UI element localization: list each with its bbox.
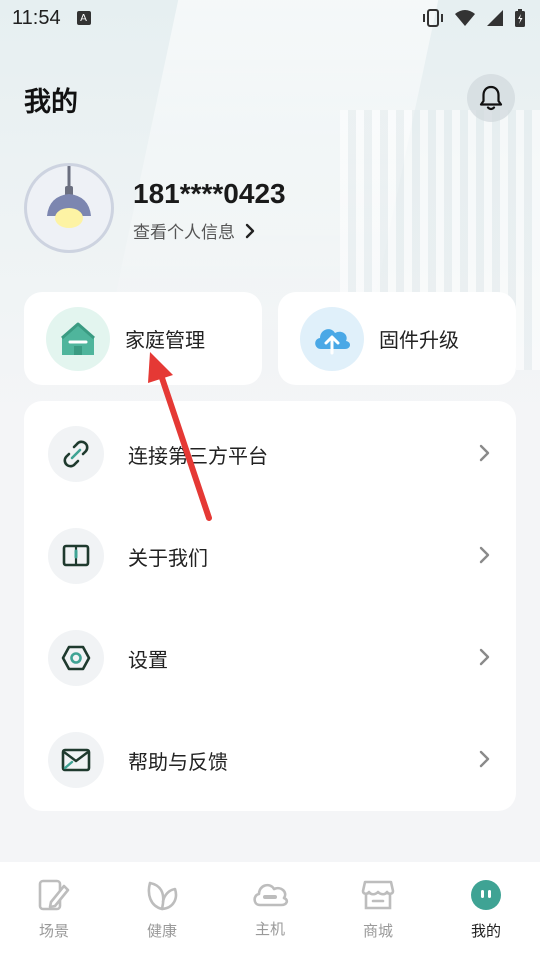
wifi-icon	[455, 10, 475, 26]
signal-icon	[487, 10, 503, 26]
menu-item-third-party[interactable]: 连接第三方平台	[24, 403, 516, 505]
chevron-right-icon	[479, 546, 490, 564]
menu-item-label: 关于我们	[128, 545, 208, 570]
home-icon	[61, 322, 95, 355]
bell-icon	[479, 85, 503, 111]
tab-host[interactable]: 主机	[216, 862, 324, 960]
menu-item-label: 设置	[128, 647, 168, 672]
menu-item-settings[interactable]: 设置	[24, 607, 516, 709]
chevron-right-icon	[479, 444, 490, 462]
scene-icon	[38, 879, 70, 911]
menu-item-label: 连接第三方平台	[128, 443, 268, 468]
tab-label: 健康	[146, 922, 177, 940]
notification-a-icon: A	[76, 11, 91, 25]
lamp-icon	[47, 166, 91, 228]
tab-label: 主机	[254, 920, 285, 938]
family-management-card[interactable]: 家庭管理	[24, 292, 262, 385]
profile-face-icon	[471, 880, 501, 910]
leaf-icon	[147, 881, 178, 911]
chevron-right-icon	[245, 223, 255, 238]
status-icons	[422, 8, 526, 28]
cloud-upload-icon	[315, 328, 351, 354]
chevron-right-icon	[479, 750, 490, 768]
page-title: 我的	[24, 87, 78, 118]
tab-label: 我的	[470, 922, 501, 940]
link-icon	[63, 440, 89, 468]
firmware-upgrade-card[interactable]: 固件升级	[278, 292, 516, 385]
settings-menu-card: 连接第三方平台 关于我们 设置 帮助与反馈	[24, 401, 516, 811]
bottom-tab-bar: 场景 健康 主机 商城 我的	[0, 862, 540, 960]
book-icon-wrap	[48, 528, 104, 584]
tab-scene[interactable]: 场景	[0, 862, 108, 960]
tab-label: 场景	[38, 922, 69, 940]
view-profile-link[interactable]: 查看个人信息	[133, 218, 259, 243]
avatar[interactable]	[24, 163, 114, 253]
book-icon	[62, 544, 90, 567]
view-profile-label: 查看个人信息	[133, 223, 235, 243]
notifications-button[interactable]	[467, 74, 515, 122]
menu-item-help-feedback[interactable]: 帮助与反馈	[24, 709, 516, 811]
tab-label: 商城	[362, 922, 393, 940]
tab-profile[interactable]: 我的	[432, 862, 540, 960]
vibrate-icon	[423, 9, 443, 27]
status-bar: 11:54 A	[0, 0, 540, 36]
menu-item-about-us[interactable]: 关于我们	[24, 505, 516, 607]
link-icon-wrap	[48, 426, 104, 482]
battery-icon	[515, 9, 525, 27]
menu-item-label: 帮助与反馈	[128, 749, 228, 774]
store-icon	[361, 880, 395, 910]
hexagon-settings-icon	[61, 645, 91, 671]
chevron-right-icon	[479, 648, 490, 666]
hexagon-settings-icon-wrap	[48, 630, 104, 686]
status-time: 11:54	[12, 6, 61, 29]
tab-health[interactable]: 健康	[108, 862, 216, 960]
tab-store[interactable]: 商城	[324, 862, 432, 960]
mail-icon-wrap	[48, 732, 104, 788]
mail-icon	[61, 748, 91, 772]
firmware-upgrade-label: 固件升级	[379, 328, 459, 352]
cloud-host-icon	[253, 883, 289, 907]
family-management-label: 家庭管理	[125, 328, 205, 352]
cloud-upload-icon-wrap	[300, 306, 364, 371]
home-icon-wrap	[46, 306, 110, 371]
user-phone: 181****0423	[133, 178, 286, 209]
